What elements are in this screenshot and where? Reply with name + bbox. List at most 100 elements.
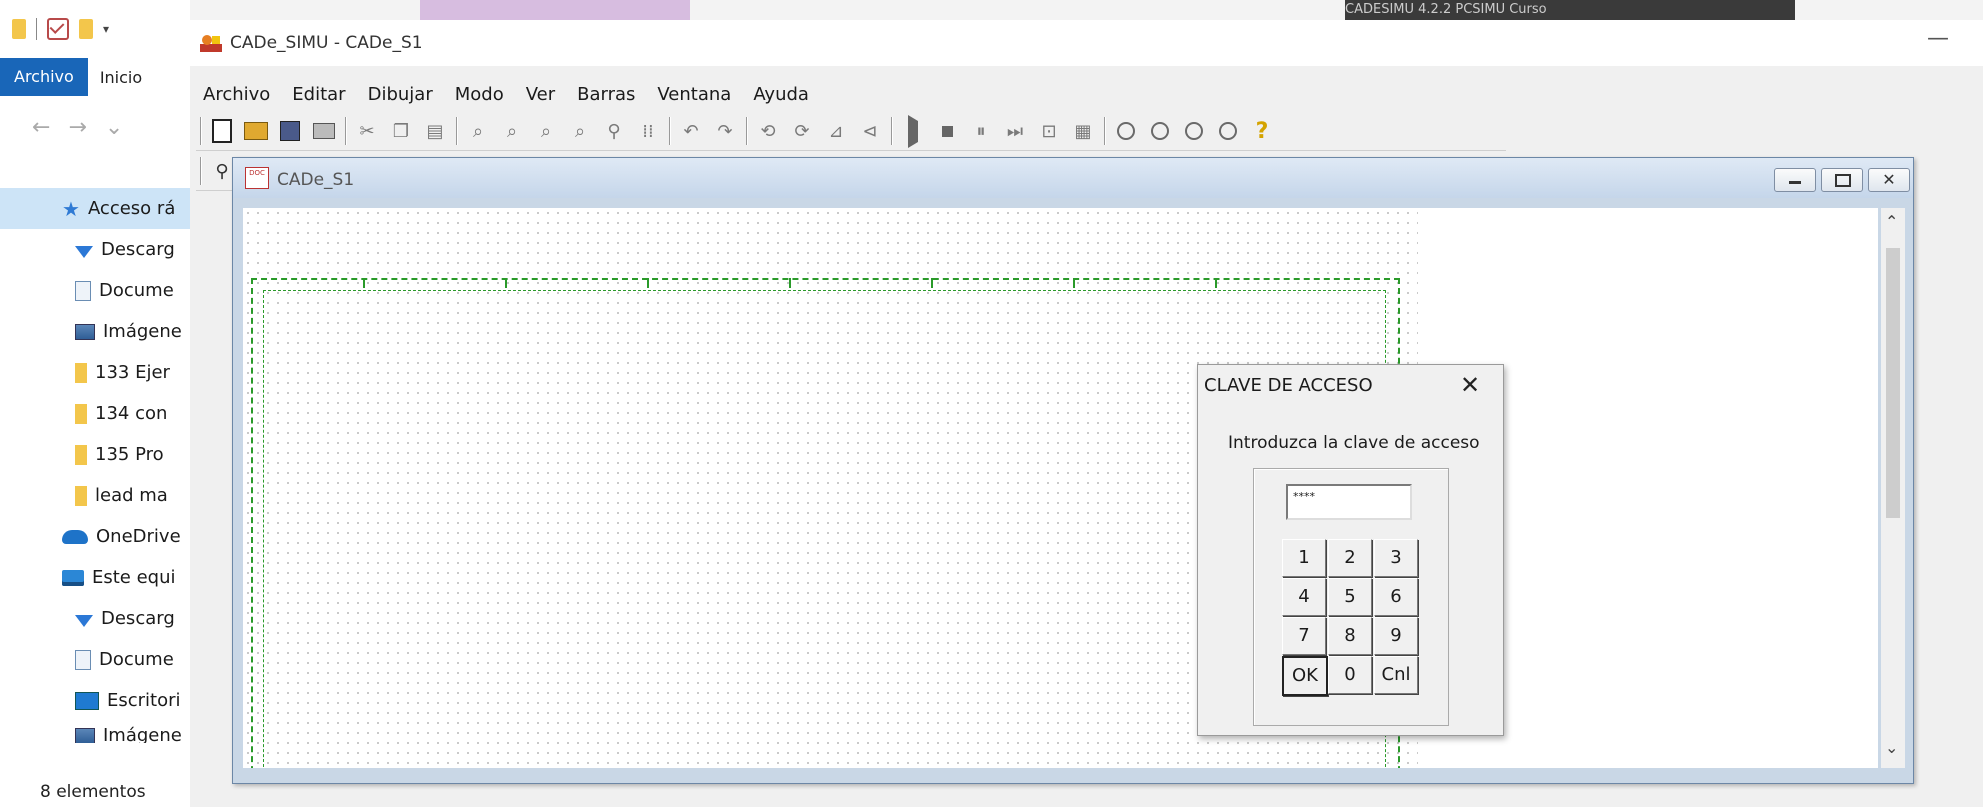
password-field[interactable]: **** <box>1286 484 1412 520</box>
help-button[interactable]: ? <box>1250 118 1274 144</box>
key-4-button[interactable]: 4 <box>1282 578 1326 616</box>
mirror-horizontal-icon: ⊲ <box>862 120 878 142</box>
standard-toolbar: ✂ ❐ ▤ ⌕ ⌕ ⌕ ⌕ ⚲ ⁞⁞ ↶ ↷ ⟲ ⟳ ⊿ ⊲ ⏸ ⏭ ⊡ ▦ ? <box>196 112 1506 151</box>
step-simulation-button[interactable]: ⏭ <box>1003 119 1027 143</box>
find-button[interactable]: ⌕ <box>466 119 490 143</box>
key-8-button[interactable]: 8 <box>1328 617 1372 655</box>
ok-button[interactable]: OK <box>1282 656 1328 696</box>
tree-item[interactable]: Docume <box>0 639 190 680</box>
undo-button[interactable]: ↶ <box>679 119 703 143</box>
menu-barras[interactable]: Barras <box>566 84 646 105</box>
tree-item[interactable]: Imágene <box>0 311 190 352</box>
tree-item[interactable]: Docume <box>0 270 190 311</box>
help-question-icon: ? <box>1255 118 1269 144</box>
menu-dibujar[interactable]: Dibujar <box>357 84 444 105</box>
find-prev-button[interactable]: ⌕ <box>568 119 592 143</box>
folder-icon <box>75 445 87 465</box>
sheet-tick <box>789 278 791 288</box>
print-button[interactable] <box>312 119 336 143</box>
key-1-button[interactable]: 1 <box>1282 539 1326 577</box>
power-supply-button[interactable]: ⚲ <box>210 159 234 183</box>
tree-item-label: Imágene <box>103 725 182 743</box>
tree-item[interactable]: 135 Pro <box>0 434 190 475</box>
mirror-vertical-button[interactable]: ⊿ <box>824 119 848 143</box>
open-file-button[interactable] <box>244 119 268 143</box>
paste-button[interactable]: ▤ <box>423 119 447 143</box>
tree-item[interactable]: Imágene <box>0 721 190 743</box>
schematic-canvas[interactable] <box>243 208 1878 768</box>
find-next-button[interactable]: ⌕ <box>500 119 524 143</box>
cut-button[interactable]: ✂ <box>355 119 379 143</box>
menu-modo[interactable]: Modo <box>444 84 515 105</box>
new-folder-icon[interactable] <box>79 19 93 39</box>
tree-item-this-pc[interactable]: Este equi <box>0 557 190 598</box>
rotate-left-button[interactable]: ⟲ <box>756 119 780 143</box>
plc-button[interactable]: ▦ <box>1071 119 1095 143</box>
scroll-down-icon[interactable]: ⌄ <box>1885 738 1898 757</box>
scroll-up-icon[interactable]: ⌃ <box>1885 212 1898 231</box>
tree-item-onedrive[interactable]: OneDrive <box>0 516 190 557</box>
zoom-in-button[interactable] <box>1114 119 1138 143</box>
sheet-tick <box>363 278 365 288</box>
run-simulation-button[interactable] <box>901 119 925 143</box>
menu-editar[interactable]: Editar <box>281 84 356 105</box>
key-6-button[interactable]: 6 <box>1374 578 1418 616</box>
copy-button[interactable]: ❐ <box>389 119 413 143</box>
tree-item[interactable]: lead ma <box>0 475 190 516</box>
replace-button[interactable]: ⚲ <box>602 119 626 143</box>
properties-check-icon[interactable] <box>47 18 69 40</box>
tab-archivo[interactable]: Archivo <box>0 58 88 96</box>
download-icon <box>75 615 93 627</box>
pause-simulation-button[interactable]: ⏸ <box>969 119 993 143</box>
recent-dropdown-icon[interactable]: ⌄ <box>105 115 123 140</box>
tree-item[interactable]: Escritori <box>0 680 190 721</box>
key-0-button[interactable]: 0 <box>1328 656 1372 694</box>
key-2-button[interactable]: 2 <box>1328 539 1372 577</box>
tree-item[interactable]: 133 Ejer <box>0 352 190 393</box>
folder-icon <box>75 486 87 506</box>
folder-icon[interactable] <box>12 19 26 39</box>
grid-button[interactable]: ⁞⁞ <box>636 119 660 143</box>
scroll-thumb[interactable] <box>1886 248 1900 518</box>
zoom-in-icon <box>1117 122 1135 140</box>
document-close-button[interactable]: ✕ <box>1868 168 1910 192</box>
cancel-button[interactable]: Cnl <box>1374 656 1418 694</box>
tree-item[interactable]: Descarg <box>0 598 190 639</box>
zoom-out-icon <box>1151 122 1169 140</box>
new-file-button[interactable] <box>210 119 234 143</box>
mirror-horizontal-button[interactable]: ⊲ <box>858 119 882 143</box>
tree-item[interactable]: Descarg <box>0 229 190 270</box>
key-9-button[interactable]: 9 <box>1374 617 1418 655</box>
document-minimize-button[interactable] <box>1774 168 1816 192</box>
menu-ayuda[interactable]: Ayuda <box>742 84 820 105</box>
minimize-button[interactable]: — <box>1927 26 1949 51</box>
forward-arrow-icon[interactable]: → <box>68 115 86 140</box>
menu-ver[interactable]: Ver <box>515 84 566 105</box>
zoom-out-button[interactable] <box>1148 119 1172 143</box>
background-window-strip <box>420 0 690 20</box>
tree-item-quick-access[interactable]: ★ Acceso rá <box>0 188 190 229</box>
key-7-button[interactable]: 7 <box>1282 617 1326 655</box>
menu-archivo[interactable]: Archivo <box>192 84 281 105</box>
key-5-button[interactable]: 5 <box>1328 578 1372 616</box>
play-icon <box>908 121 918 142</box>
find-all-button[interactable]: ⌕ <box>534 119 558 143</box>
power-supply-icon: ⚲ <box>215 160 229 182</box>
tab-inicio[interactable]: Inicio <box>88 68 154 87</box>
zoom-fit-button[interactable] <box>1182 119 1206 143</box>
redo-button[interactable]: ↷ <box>713 119 737 143</box>
export-button[interactable]: ⊡ <box>1037 119 1061 143</box>
zoom-window-button[interactable] <box>1216 119 1240 143</box>
dialog-close-button[interactable]: ✕ <box>1460 371 1480 399</box>
tree-item-label: Escritori <box>107 690 181 711</box>
tree-item[interactable]: 134 con <box>0 393 190 434</box>
key-3-button[interactable]: 3 <box>1374 539 1418 577</box>
menu-ventana[interactable]: Ventana <box>646 84 742 105</box>
document-maximize-button[interactable] <box>1821 168 1863 192</box>
back-arrow-icon[interactable]: ← <box>32 115 50 140</box>
vertical-scrollbar[interactable]: ⌃ ⌄ <box>1881 208 1905 768</box>
rotate-right-button[interactable]: ⟳ <box>790 119 814 143</box>
save-button[interactable] <box>278 119 302 143</box>
customize-dropdown-icon[interactable]: ▾ <box>103 22 109 36</box>
stop-simulation-button[interactable] <box>935 119 959 143</box>
